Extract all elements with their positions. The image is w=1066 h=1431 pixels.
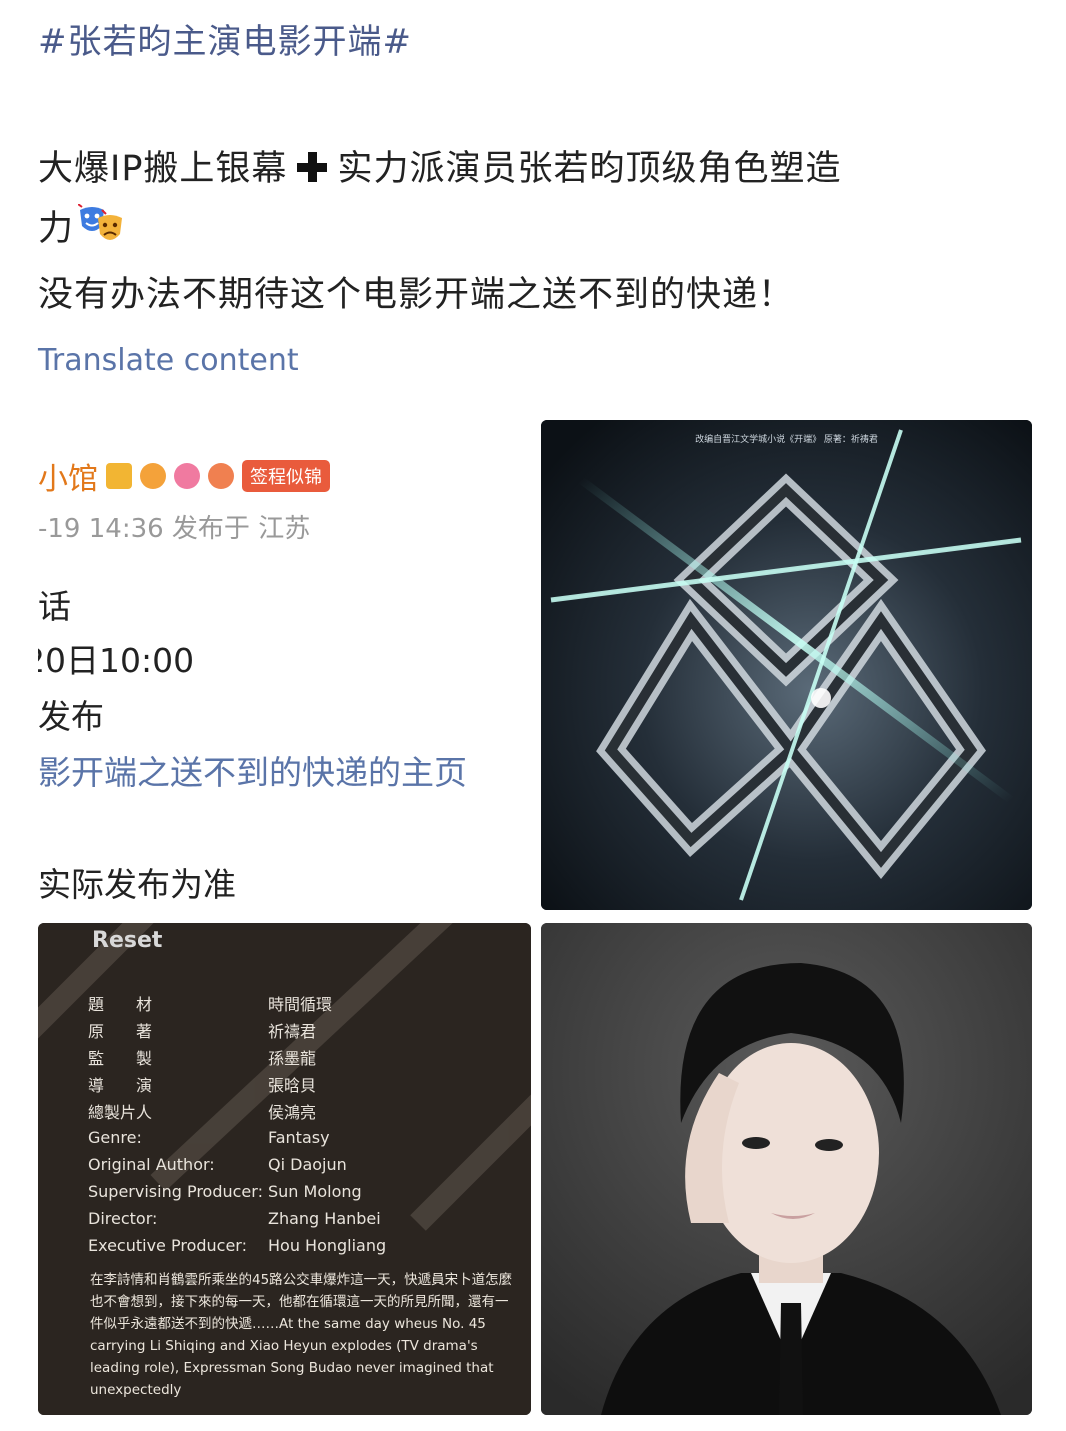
- credit-value: 時間循環: [268, 994, 333, 1014]
- translate-link[interactable]: Translate content: [38, 343, 299, 378]
- image-credits-card[interactable]: Reset 題 材 時間循環 原 著 祈禱君 監 製 孫墨龍 導 演 張晗貝 總製片人 侯…: [38, 923, 531, 1415]
- actor-portrait-illustration: [541, 923, 1032, 1415]
- post-line-2: 力: [38, 200, 124, 251]
- screenshot-time: -19 14:36 发布于 江苏: [38, 514, 311, 544]
- credit-key: 導 演: [88, 1075, 153, 1095]
- credit-key: Original Author:: [88, 1155, 215, 1174]
- poster-artwork: [541, 420, 1032, 910]
- credit-value: 侯鴻亮: [268, 1102, 317, 1122]
- credits-list: 題 材 時間循環 原 著 祈禱君 監 製 孫墨龍 導 演 張晗貝 總製片人 侯鴻亮 Gen…: [88, 989, 386, 1259]
- credits-title: Reset: [92, 928, 163, 953]
- credit-key: 監 製: [88, 1048, 153, 1068]
- post-line-3: 没有办法不期待这个电影开端之送不到的快递！: [38, 275, 795, 315]
- screenshot-text-4: 实际发布为准: [38, 865, 236, 904]
- screenshot-text-3: 发布: [38, 697, 104, 736]
- credit-key: 原 著: [88, 1021, 153, 1041]
- credits-row: 監 製 孫墨龍: [88, 1043, 386, 1070]
- heart-badge-icon: [174, 463, 200, 489]
- credits-row: Genre: Fantasy: [88, 1124, 386, 1151]
- credits-row: 原 著 祈禱君: [88, 1016, 386, 1043]
- credits-row: 導 演 張晗貝: [88, 1070, 386, 1097]
- screenshot-homepage-link: 影开端之送不到的快递的主页: [38, 753, 467, 792]
- post-text-actor: 实力派演员张若昀顶级角色塑造: [337, 149, 842, 189]
- credit-key: 題 材: [88, 994, 153, 1014]
- image-actor-portrait[interactable]: [541, 923, 1032, 1415]
- credits-row: 總製片人 侯鴻亮: [88, 1097, 386, 1124]
- credit-value: Fantasy: [268, 1128, 330, 1147]
- poster-caption: 改编自晋江文学城小说《开端》 原著：祈祷君: [695, 435, 878, 445]
- credits-synopsis: 在李詩情和肖鶴雲所乘坐的45路公交車爆炸這一天，快遞員宋卜道怎麼也不會想到，接下…: [90, 1272, 513, 1398]
- credits-row: Director: Zhang Hanbei: [88, 1205, 386, 1232]
- crown-badge-icon: [106, 463, 132, 489]
- credit-value: 祈禱君: [268, 1021, 317, 1041]
- image-announcement-screenshot[interactable]: 小馆 签程似锦 -19 14:36 发布于 江苏 话 20日10:00 发布 影…: [38, 420, 531, 910]
- credit-value: Hou Hongliang: [268, 1236, 387, 1255]
- screenshot-text-1: 话: [38, 587, 71, 626]
- screenshot-username: 小馆: [38, 462, 98, 497]
- screenshot-text-2: 20日10:00: [38, 641, 195, 680]
- credits-row: Original Author: Qi Daojun: [88, 1151, 386, 1178]
- credit-key: Supervising Producer:: [88, 1182, 263, 1201]
- credits-row: Executive Producer: Hou Hongliang: [88, 1232, 386, 1259]
- credit-value: 張晗貝: [268, 1075, 317, 1095]
- sign-badge: 签程似锦: [242, 460, 330, 492]
- post-text-power: 力: [38, 209, 75, 249]
- credit-key: Director:: [88, 1209, 158, 1228]
- post-text-ip: 大爆IP搬上银幕: [38, 149, 288, 189]
- credit-value: 孫墨龍: [268, 1048, 317, 1068]
- screenshot-username-row: 小馆 签程似锦: [38, 454, 330, 498]
- hashtag-title[interactable]: #张若昀主演电影开端#: [38, 14, 412, 63]
- post-line-1: 大爆IP搬上银幕 实力派演员张若昀顶级角色塑造: [38, 140, 841, 191]
- credit-value: Zhang Hanbei: [268, 1209, 381, 1228]
- credit-key: 總製片人: [88, 1102, 153, 1122]
- credit-value: Sun Molong: [268, 1182, 362, 1201]
- avatar-badge-icon: [208, 463, 234, 489]
- credits-row: Supervising Producer: Sun Molong: [88, 1178, 386, 1205]
- plus-icon: [293, 148, 331, 186]
- fish-badge-icon: [140, 463, 166, 489]
- credit-value: Qi Daojun: [268, 1155, 347, 1174]
- credit-key: Genre:: [88, 1128, 142, 1147]
- image-movie-poster[interactable]: 改编自晋江文学城小说《开端》 原著：祈祷君: [541, 420, 1032, 910]
- theater-masks-icon: [78, 203, 123, 240]
- credits-row: 題 材 時間循環: [88, 989, 386, 1016]
- credit-key: Executive Producer:: [88, 1236, 247, 1255]
